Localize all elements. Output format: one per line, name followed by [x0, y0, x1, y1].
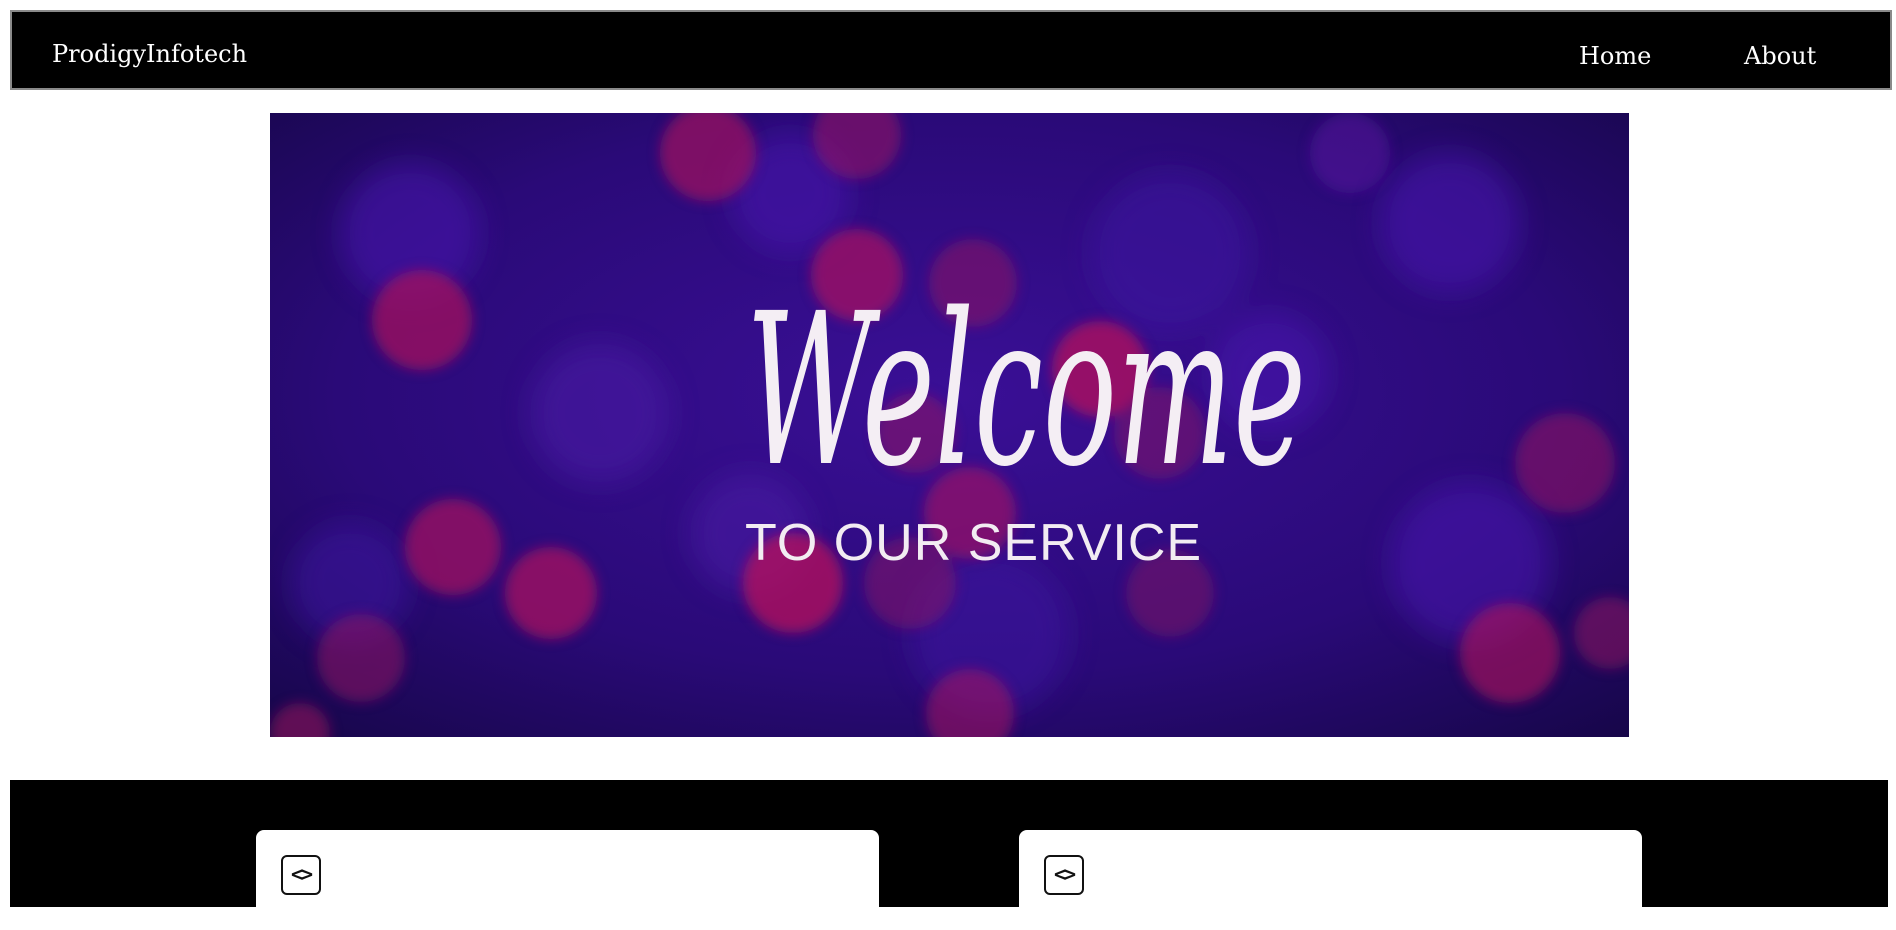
svg-text:Welcome: Welcome — [746, 268, 1306, 513]
brand-logo-text[interactable]: ProdigyInfotech — [52, 39, 247, 69]
hero-banner: Welcome TO OUR SERVICE — [270, 113, 1629, 737]
welcome-script-heading: Welcome — [746, 268, 1306, 513]
code-icon: <> — [1044, 855, 1084, 895]
service-card[interactable]: <> — [1019, 830, 1642, 930]
nav-link-home[interactable]: Home — [1579, 41, 1651, 71]
code-icon: <> — [281, 855, 321, 895]
hero-subtitle: TO OUR SERVICE — [745, 514, 1203, 572]
service-card[interactable]: <> — [256, 830, 879, 930]
nav-link-about[interactable]: About — [1744, 41, 1816, 71]
navbar: ProdigyInfotech Home About — [10, 10, 1892, 90]
services-section: <> <> — [10, 780, 1888, 930]
